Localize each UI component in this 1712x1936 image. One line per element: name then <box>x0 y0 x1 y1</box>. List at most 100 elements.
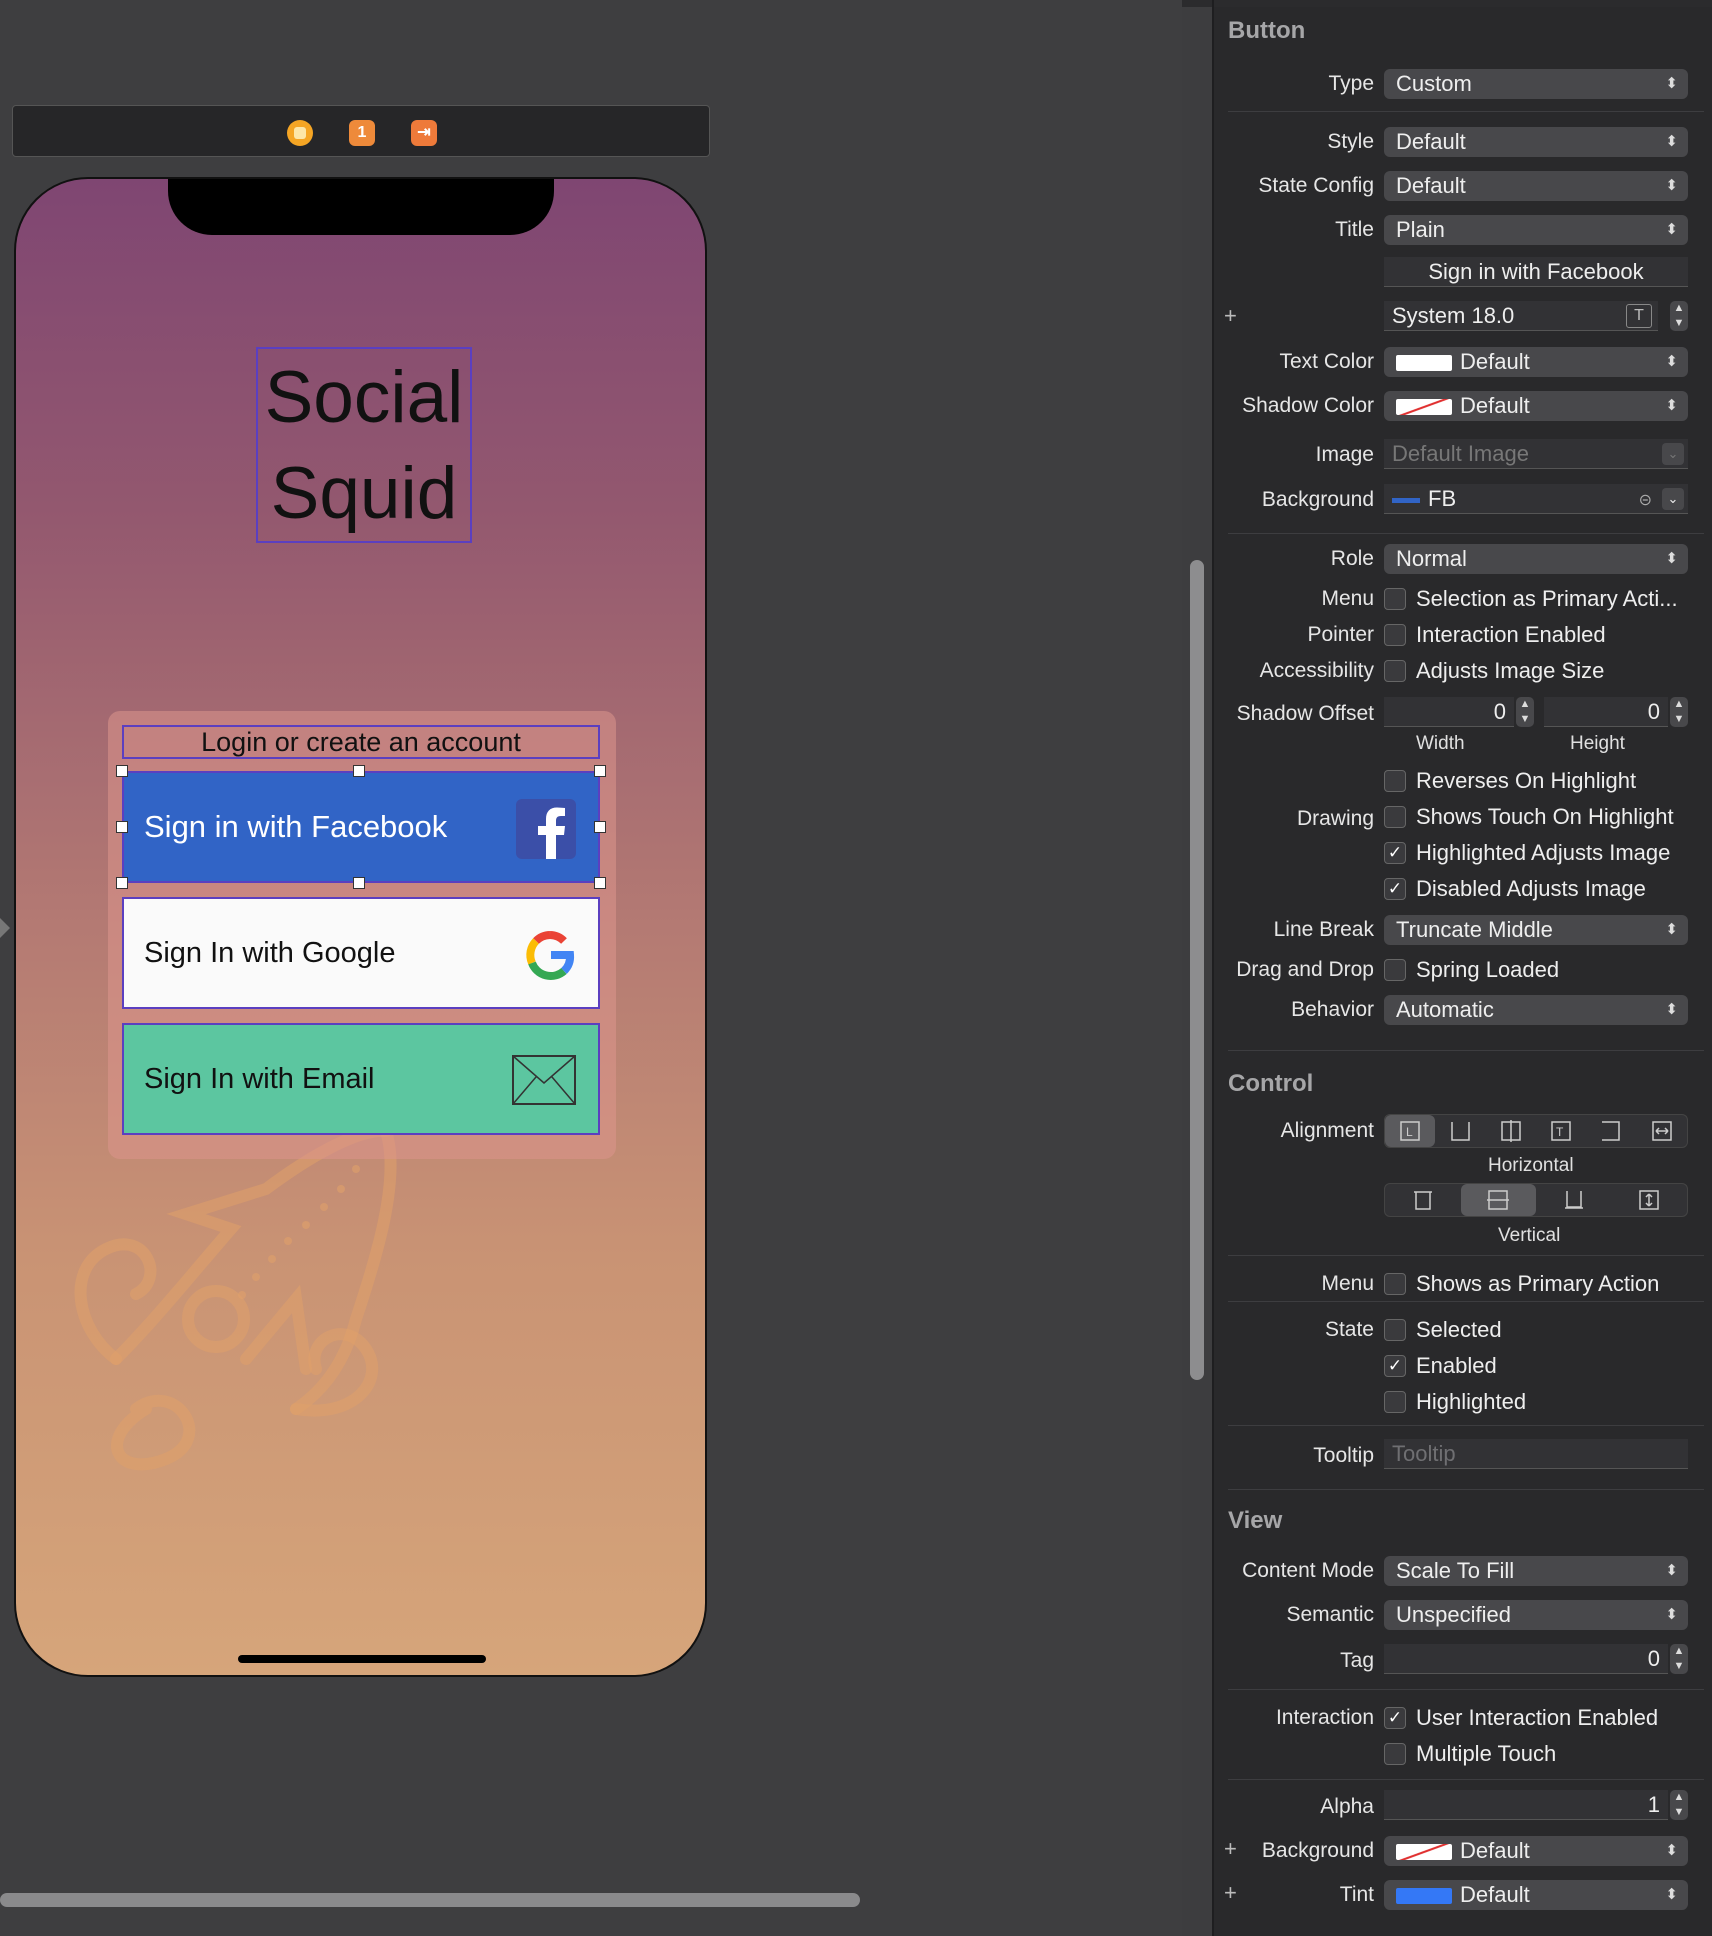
login-prompt-label[interactable]: Login or create an account <box>122 725 600 759</box>
line-break-popup[interactable]: Truncate Middle ⬍ <box>1384 915 1688 945</box>
semantic-popup[interactable]: Unspecified ⬍ <box>1384 1600 1688 1630</box>
view-controller-icon[interactable] <box>287 120 313 146</box>
go-to-arrow-icon[interactable]: ⊝ <box>1639 486 1652 516</box>
spring-loaded-checkbox[interactable] <box>1384 959 1406 981</box>
content-mode-value: Scale To Fill <box>1396 1558 1515 1583</box>
type-popup[interactable]: Custom ⬍ <box>1384 69 1688 99</box>
font-size-stepper[interactable]: ▲ ▼ <box>1670 301 1688 331</box>
highlighted-checkbox[interactable] <box>1384 1391 1406 1413</box>
title-line-1: Social <box>264 357 464 438</box>
vertical-alignment-control[interactable] <box>1384 1183 1688 1217</box>
resize-handle[interactable] <box>594 765 606 777</box>
user-interaction-checkbox[interactable]: ✓ <box>1384 1707 1406 1729</box>
chevron-down-icon[interactable]: ⌄ <box>1662 443 1684 465</box>
primary-action-checkbox[interactable] <box>1384 1273 1406 1295</box>
updown-chevron-icon: ⬍ <box>1665 221 1678 238</box>
first-responder-icon[interactable]: 1 <box>349 120 375 146</box>
horizontal-alignment-control[interactable]: L T <box>1384 1114 1688 1148</box>
view-background-popup[interactable]: Default ⬍ <box>1384 1836 1688 1866</box>
accessibility-checkbox[interactable] <box>1384 660 1406 682</box>
menu-checkbox[interactable] <box>1384 588 1406 610</box>
resize-handle[interactable] <box>594 877 606 889</box>
tooltip-field[interactable]: Tooltip <box>1384 1439 1688 1469</box>
align-vcenter-icon[interactable] <box>1460 1184 1536 1216</box>
align-bottom-icon[interactable] <box>1536 1184 1612 1216</box>
accessibility-label: Accessibility <box>1259 659 1374 682</box>
enabled-option-label: Enabled <box>1416 1353 1497 1378</box>
image-field[interactable]: Default Image ⌄ <box>1384 439 1688 469</box>
align-center-icon[interactable] <box>1486 1115 1536 1147</box>
chevron-down-icon[interactable]: ⌄ <box>1662 488 1684 510</box>
horizontal-scrollbar[interactable] <box>0 1893 860 1907</box>
add-variation-icon[interactable]: + <box>1224 303 1237 329</box>
pointer-checkbox[interactable] <box>1384 624 1406 646</box>
shows-touch-checkbox[interactable] <box>1384 806 1406 828</box>
state-config-popup[interactable]: Default ⬍ <box>1384 171 1688 201</box>
reverses-checkbox[interactable] <box>1384 770 1406 792</box>
svg-text:L: L <box>1406 1125 1413 1139</box>
vertical-scrollbar[interactable] <box>1190 560 1204 1380</box>
shadow-height-stepper[interactable]: ▲ ▼ <box>1670 697 1688 727</box>
entry-point-arrow-icon <box>0 918 10 938</box>
enabled-checkbox[interactable]: ✓ <box>1384 1355 1406 1377</box>
multiple-touch-checkbox[interactable] <box>1384 1743 1406 1765</box>
updown-chevron-icon: ⬍ <box>1665 1562 1678 1579</box>
shadow-color-label: Shadow Color <box>1242 394 1374 417</box>
attributes-inspector: Button Type Custom ⬍ Style Default ⬍ State… <box>1214 7 1712 1936</box>
home-indicator <box>238 1655 486 1663</box>
highlighted-adjusts-checkbox[interactable]: ✓ <box>1384 842 1406 864</box>
view-background-label: Background <box>1261 1839 1374 1862</box>
align-left-icon[interactable]: L <box>1385 1115 1436 1147</box>
content-mode-popup[interactable]: Scale To Fill ⬍ <box>1384 1556 1688 1586</box>
align-fill-icon[interactable] <box>1637 1115 1687 1147</box>
menu-label: Menu <box>1321 587 1374 610</box>
resize-handle[interactable] <box>116 877 128 889</box>
role-popup[interactable]: Normal ⬍ <box>1384 544 1688 574</box>
align-vfill-icon[interactable] <box>1612 1184 1688 1216</box>
tag-field[interactable]: 0 <box>1384 1644 1668 1674</box>
google-sign-in-button[interactable]: Sign In with Google <box>122 897 600 1009</box>
style-popup[interactable]: Default ⬍ <box>1384 127 1688 157</box>
control-section-header: Control <box>1228 1070 1314 1097</box>
app-title-label[interactable]: Social Squid <box>256 347 472 543</box>
selected-checkbox[interactable] <box>1384 1319 1406 1341</box>
background-field[interactable]: FB ⊝ ⌄ <box>1384 484 1688 514</box>
text-color-popup[interactable]: Default ⬍ <box>1384 347 1688 377</box>
align-right-icon[interactable] <box>1586 1115 1636 1147</box>
disabled-adjusts-checkbox[interactable]: ✓ <box>1384 878 1406 900</box>
resize-handle[interactable] <box>594 821 606 833</box>
image-placeholder: Default Image <box>1392 441 1529 466</box>
shadow-color-value: Default <box>1460 393 1530 418</box>
email-sign-in-button[interactable]: Sign In with Email <box>122 1023 600 1135</box>
divider <box>1228 533 1704 534</box>
divider <box>1228 1779 1704 1780</box>
shadow-height-field[interactable]: 0 <box>1544 697 1668 727</box>
facebook-sign-in-button[interactable]: Sign in with Facebook <box>116 765 606 889</box>
drawing-label: Drawing <box>1296 807 1374 830</box>
resize-handle[interactable] <box>353 765 365 777</box>
align-trailing-icon[interactable]: T <box>1536 1115 1586 1147</box>
alpha-stepper[interactable]: ▲ ▼ <box>1670 1790 1688 1820</box>
font-picker-icon[interactable]: T <box>1626 304 1652 328</box>
resize-handle[interactable] <box>116 821 128 833</box>
title-text-field[interactable]: Sign in with Facebook <box>1384 257 1688 287</box>
behavior-popup[interactable]: Automatic ⬍ <box>1384 995 1688 1025</box>
shadow-width-field[interactable]: 0 <box>1384 697 1514 727</box>
shadow-color-popup[interactable]: Default ⬍ <box>1384 391 1688 421</box>
text-color-label: Text Color <box>1279 350 1374 373</box>
shadow-width-stepper[interactable]: ▲ ▼ <box>1516 697 1534 727</box>
font-field[interactable]: System 18.0 T <box>1384 301 1658 331</box>
exit-icon[interactable]: ⇥ <box>411 120 437 146</box>
selected-option-label: Selected <box>1416 1317 1502 1342</box>
align-top-icon[interactable] <box>1385 1184 1461 1216</box>
alpha-field[interactable]: 1 <box>1384 1790 1668 1820</box>
tag-stepper[interactable]: ▲ ▼ <box>1670 1644 1688 1674</box>
pointer-label: Pointer <box>1307 623 1374 646</box>
resize-handle[interactable] <box>116 765 128 777</box>
title-popup[interactable]: Plain ⬍ <box>1384 215 1688 245</box>
align-leading-icon[interactable] <box>1435 1115 1485 1147</box>
resize-handle[interactable] <box>353 877 365 889</box>
title-label: Title <box>1335 218 1374 241</box>
tint-popup[interactable]: Default ⬍ <box>1384 1880 1688 1910</box>
storyboard-canvas[interactable]: 1 ⇥ Social Squid Login or create an acco… <box>0 0 1182 1936</box>
